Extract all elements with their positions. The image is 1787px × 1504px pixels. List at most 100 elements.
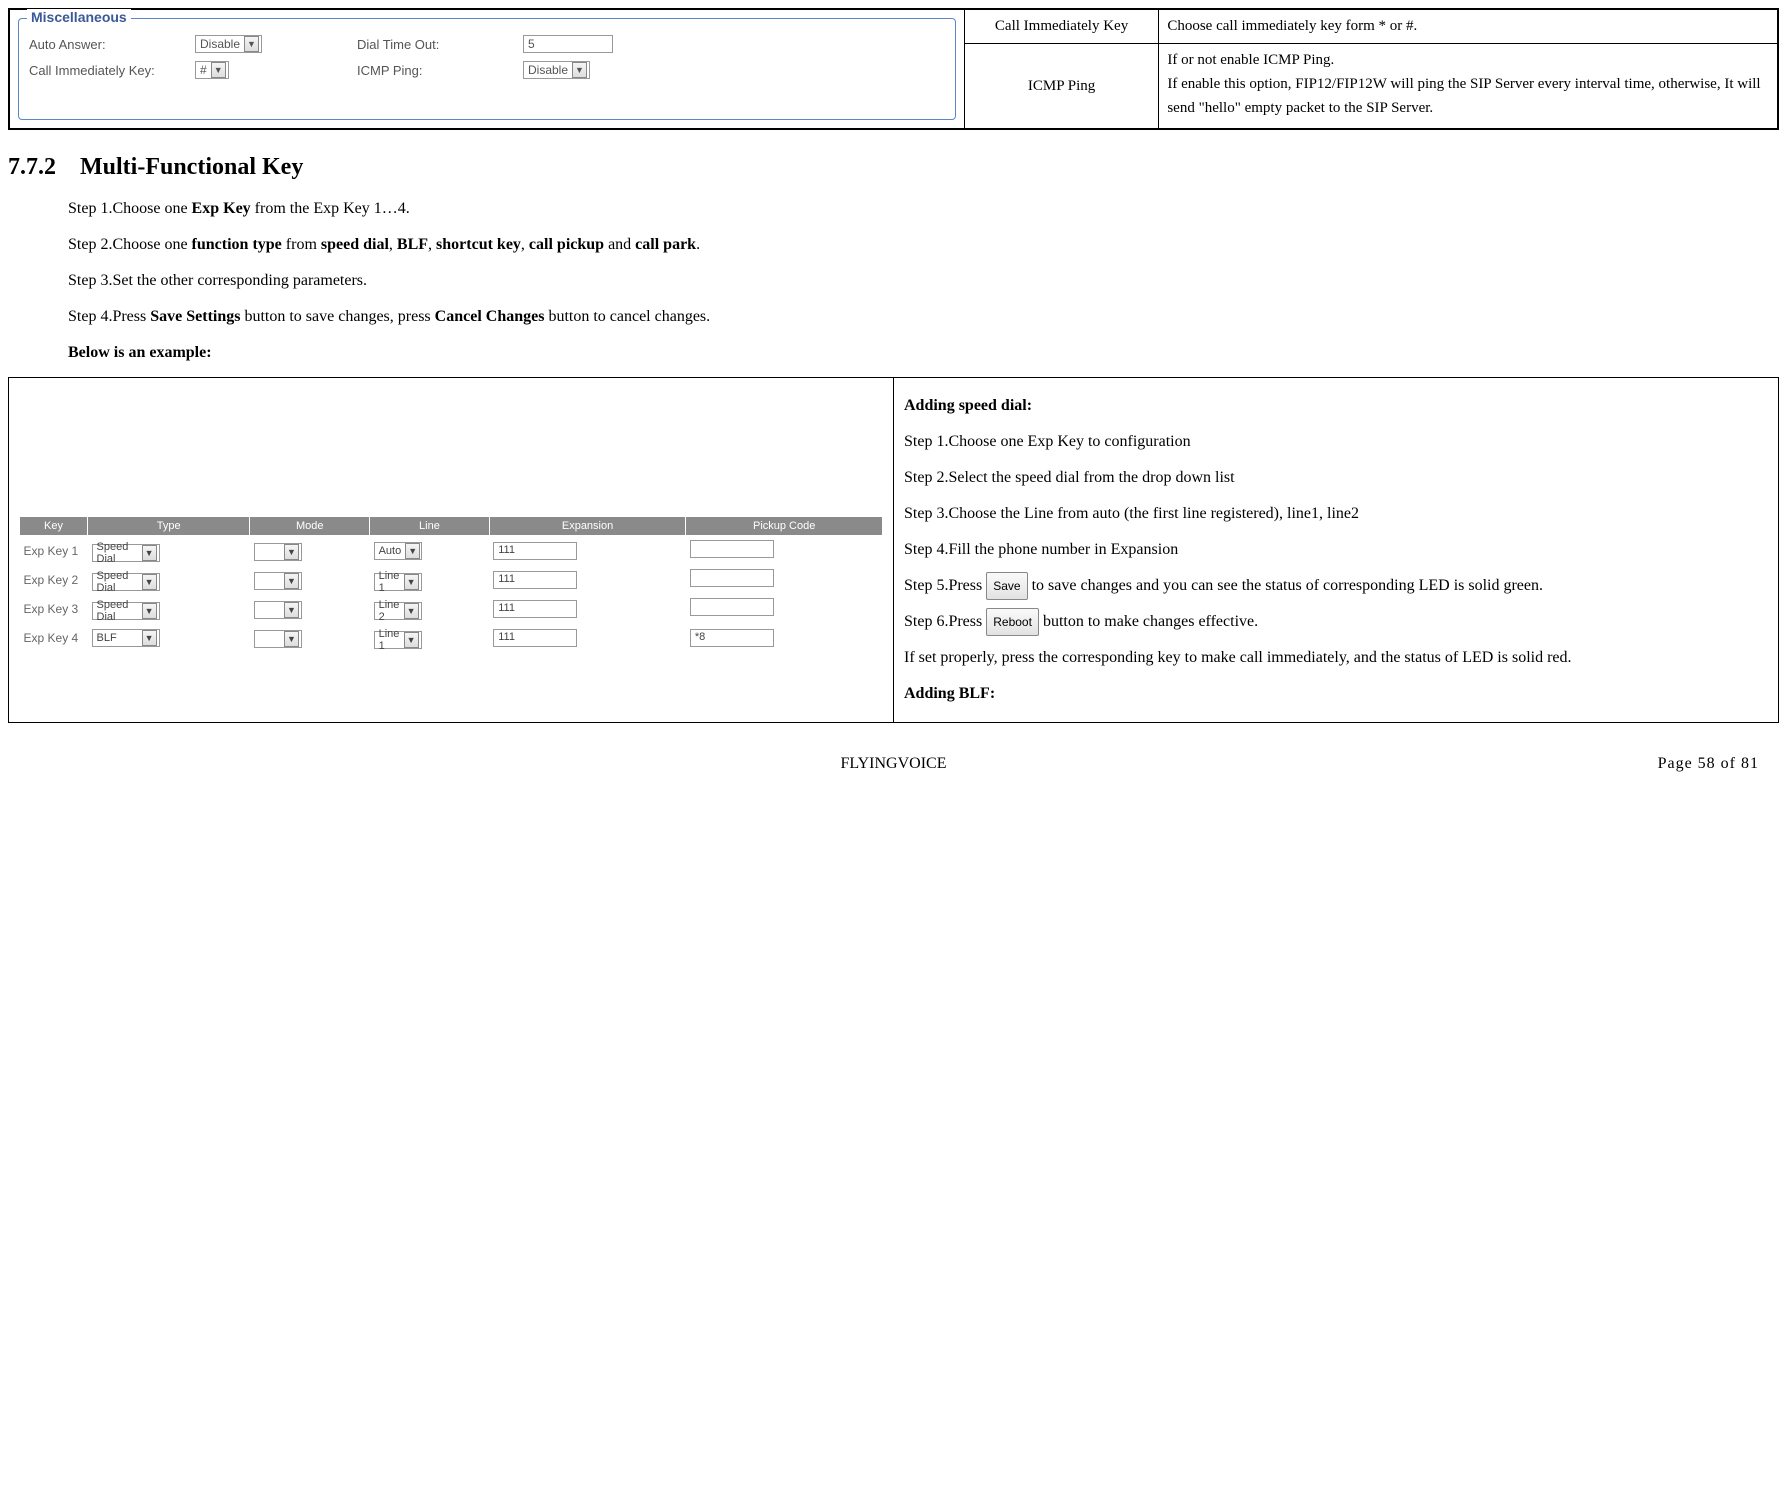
icmp-ping-select[interactable]: Disable ▼ [523, 61, 590, 79]
expansion-input[interactable]: 111 [493, 542, 577, 560]
chevron-down-icon: ▼ [142, 574, 157, 590]
mode-select[interactable]: ▼ [254, 572, 302, 590]
step-3: Step 3.Set the other corresponding param… [68, 269, 1779, 293]
step-4-post: button to cancel changes. [544, 308, 710, 325]
chevron-down-icon: ▼ [572, 62, 587, 78]
chevron-down-icon: ▼ [142, 545, 157, 561]
mode-select[interactable]: ▼ [254, 630, 302, 648]
top-parameter-table: Miscellaneous Auto Answer: Disable ▼ Dia… [8, 8, 1779, 130]
step-4-b1: Save Settings [150, 308, 240, 325]
chevron-down-icon: ▼ [211, 62, 226, 78]
adding-speed-dial-cell: Adding speed dial: Step 1.Choose one Exp… [894, 378, 1779, 723]
below-example-label: Below is an example: [68, 341, 1779, 365]
exp-key-label: Exp Key 4 [20, 623, 88, 652]
dial-timeout-input[interactable]: 5 [523, 35, 613, 53]
step-2-m1: from [282, 236, 321, 253]
call-immediately-key-select[interactable]: # ▼ [195, 61, 229, 79]
chevron-down-icon: ▼ [284, 602, 299, 618]
auto-answer-select[interactable]: Disable ▼ [195, 35, 262, 53]
save-button[interactable]: Save [986, 572, 1027, 600]
step-1-pre: Step 1.Choose one [68, 200, 192, 217]
col-type: Type [88, 517, 250, 536]
section-number: 7.7.2 [8, 154, 56, 180]
chevron-down-icon: ▼ [404, 574, 419, 590]
type-select[interactable]: BLF▼ [92, 629, 160, 647]
step-2-b2: speed dial [321, 236, 389, 253]
below-example-bold: Below is an example: [68, 344, 212, 361]
adding-step-4: Step 4.Fill the phone number in Expansio… [904, 534, 1768, 566]
line-select[interactable]: Line 1▼ [374, 573, 422, 591]
param-desc-call-immediately: Choose call immediately key form * or #. [1159, 9, 1778, 44]
param-name-icmp: ICMP Ping [964, 44, 1159, 129]
footer-page-number: Page 58 of 81 [1658, 755, 1759, 773]
icmp-ping-label: ICMP Ping: [357, 63, 507, 78]
step-2-b1: function type [192, 236, 282, 253]
chevron-down-icon: ▼ [244, 36, 259, 52]
line-select[interactable]: Line 1▼ [374, 631, 422, 649]
col-mode: Mode [250, 517, 370, 536]
expansion-input[interactable]: 111 [493, 600, 577, 618]
section-title: Multi-Functional Key [80, 154, 303, 180]
chevron-down-icon: ▼ [284, 544, 299, 560]
adding-s5-pre: Step 5.Press [904, 577, 986, 594]
mode-select[interactable]: ▼ [254, 543, 302, 561]
pickup-input[interactable] [690, 540, 774, 558]
step-2-m4: , [521, 236, 529, 253]
exp-key-label: Exp Key 2 [20, 565, 88, 594]
footer-brand: FLYINGVOICE [841, 755, 947, 773]
type-value: Speed Dial [97, 570, 138, 594]
call-immediately-key-label: Call Immediately Key: [29, 63, 179, 78]
type-select[interactable]: Speed Dial▼ [92, 544, 160, 562]
exp-key-label: Exp Key 1 [20, 536, 88, 566]
line-value: Line 1 [379, 628, 400, 652]
line-value: Line 2 [379, 599, 400, 623]
type-value: BLF [97, 632, 117, 644]
misc-fieldset: Miscellaneous Auto Answer: Disable ▼ Dia… [18, 18, 956, 120]
pickup-input[interactable] [690, 569, 774, 587]
step-4-mid: button to save changes, press [240, 308, 434, 325]
table-row: Exp Key 4 BLF▼ ▼ Line 1▼ 111 *8 [20, 623, 883, 652]
adding-s6-post: button to make changes effective. [1039, 613, 1258, 630]
mode-select[interactable]: ▼ [254, 601, 302, 619]
step-4: Step 4.Press Save Settings button to sav… [68, 305, 1779, 329]
col-pickup: Pickup Code [686, 517, 883, 536]
call-immediately-key-value: # [200, 63, 207, 77]
page-footer: FLYINGVOICE Page 58 of 81 [8, 755, 1779, 779]
type-select[interactable]: Speed Dial▼ [92, 602, 160, 620]
adding-note: If set properly, press the corresponding… [904, 642, 1768, 674]
col-line: Line [370, 517, 490, 536]
type-select[interactable]: Speed Dial▼ [92, 573, 160, 591]
line-select[interactable]: Auto▼ [374, 542, 422, 560]
step-4-b2: Cancel Changes [435, 308, 545, 325]
step-2: Step 2.Choose one function type from spe… [68, 233, 1779, 257]
chevron-down-icon: ▼ [142, 603, 157, 619]
step-1: Step 1.Choose one Exp Key from the Exp K… [68, 197, 1779, 221]
pickup-input[interactable] [690, 598, 774, 616]
expansion-input[interactable]: 111 [493, 629, 577, 647]
line-select[interactable]: Line 2▼ [374, 602, 422, 620]
auto-answer-label: Auto Answer: [29, 37, 179, 52]
chevron-down-icon: ▼ [284, 631, 299, 647]
section-heading: 7.7.2 Multi-Functional Key [8, 154, 1779, 181]
reboot-button[interactable]: Reboot [986, 608, 1039, 636]
auto-answer-value: Disable [200, 37, 240, 51]
param-name-call-immediately: Call Immediately Key [964, 9, 1159, 44]
exp-key-screenshot-cell: Key Type Mode Line Expansion Pickup Code… [9, 378, 894, 723]
step-2-b4: shortcut key [436, 236, 521, 253]
expansion-input[interactable]: 111 [493, 571, 577, 589]
line-value: Line 1 [379, 570, 400, 594]
step-2-m3: , [428, 236, 436, 253]
exp-table-header: Key Type Mode Line Expansion Pickup Code [20, 517, 883, 536]
type-value: Speed Dial [97, 599, 138, 623]
dial-timeout-label: Dial Time Out: [357, 37, 507, 52]
step-1-bold: Exp Key [192, 200, 251, 217]
adding-step-1: Step 1.Choose one Exp Key to configurati… [904, 426, 1768, 458]
step-2-pre: Step 2.Choose one [68, 236, 192, 253]
adding-s6-pre: Step 6.Press [904, 613, 986, 630]
type-value: Speed Dial [97, 541, 138, 565]
example-table: Key Type Mode Line Expansion Pickup Code… [8, 377, 1779, 723]
exp-key-label: Exp Key 3 [20, 594, 88, 623]
pickup-input[interactable]: *8 [690, 629, 774, 647]
chevron-down-icon: ▼ [404, 632, 419, 648]
step-2-b6: call park [635, 236, 696, 253]
